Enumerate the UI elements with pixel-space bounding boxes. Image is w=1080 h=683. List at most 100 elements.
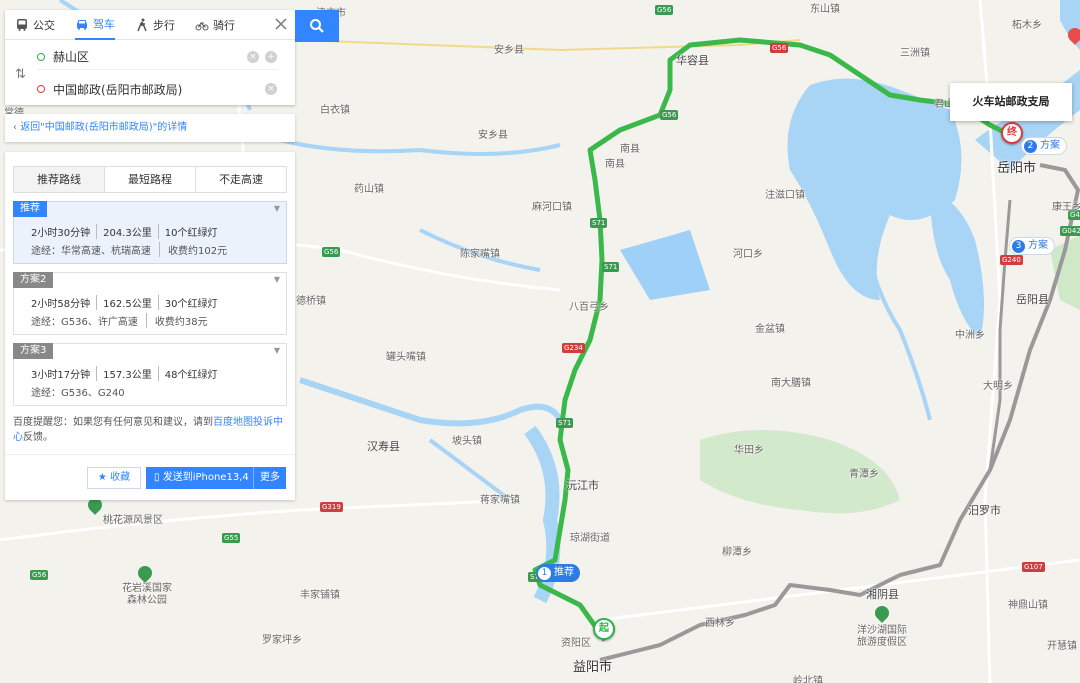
route-shield: S71: [602, 262, 620, 272]
place-label: 罐头嘴镇: [386, 352, 426, 363]
favorite-label: 收藏: [110, 472, 131, 483]
route-shield: G56: [770, 43, 789, 53]
clear-destination-icon[interactable]: ×: [265, 83, 277, 95]
route-tag-recommended[interactable]: 1 推荐: [536, 564, 580, 582]
route-plan-1[interactable]: 推荐 ▼ 2小时30分钟 204.3公里 10个红绿灯 途经：华常高速、杭瑞高速…: [13, 201, 287, 264]
route-shield: G55: [222, 533, 241, 543]
place-label: 开慧镇: [1047, 641, 1077, 652]
origin-input[interactable]: 赫山区: [53, 48, 241, 65]
place-label: 安乡县: [478, 130, 508, 141]
place-label: 河口乡: [733, 249, 763, 260]
place-label: 康王乡: [1052, 202, 1080, 213]
divider: [5, 454, 295, 455]
place-label: 金盆镇: [755, 324, 785, 335]
place-label: 中洲乡: [955, 330, 985, 341]
mode-tab-bus[interactable]: 公交: [15, 10, 55, 40]
route-shield: G107: [1022, 562, 1045, 572]
plan-badge: 方案3: [13, 343, 54, 359]
plan-badge: 方案2: [13, 272, 54, 288]
send-to-phone-button[interactable]: ▯ 发送到iPhone13,4 更多: [146, 467, 286, 489]
place-label: 蒋家嘴镇: [480, 495, 520, 506]
route-plan-3[interactable]: 方案3 ▼ 3小时17分钟 157.3公里 48个红绿灯 途经：G536、G24…: [13, 343, 287, 406]
close-icon[interactable]: [273, 16, 289, 32]
tab-recommended[interactable]: 推荐路线: [14, 167, 105, 192]
route-plan-2[interactable]: 方案2 ▼ 2小时58分钟 162.5公里 30个红绿灯 途经：G536、许广高…: [13, 272, 287, 335]
route-search-box: 公交 驾车 步行 骑行 ⇅ 赫山区 × + 中国邮政(岳阳市邮政局) ×: [5, 10, 295, 105]
back-to-detail-link[interactable]: ‹ 返回"中国邮政(岳阳市邮政局)"的详情: [5, 114, 295, 142]
mode-tab-walk[interactable]: 步行: [135, 10, 175, 40]
route-shield: G240: [1000, 255, 1023, 265]
route-shield: S71: [556, 418, 574, 428]
car-icon: [77, 19, 87, 30]
place-label: 沅江市: [566, 479, 599, 492]
favorite-button[interactable]: ★ 收藏: [87, 467, 141, 489]
swap-icon[interactable]: ⇅: [15, 67, 26, 82]
place-label: 丰家铺镇: [300, 590, 340, 601]
plan-time: 2小时58分钟: [31, 299, 91, 310]
destination-callout[interactable]: 火车站邮政支局: [950, 83, 1072, 121]
route-tag-label: 方案: [1028, 240, 1048, 251]
route-tag-plan3[interactable]: 3 方案: [1009, 237, 1055, 255]
place-label: 八百弓乡: [569, 302, 609, 313]
mode-tab-car[interactable]: 驾车: [75, 10, 115, 40]
plan-via-roads: 途经：G536、许广高速: [31, 317, 138, 328]
plan-badge: 推荐: [13, 201, 47, 217]
search-button[interactable]: [295, 10, 339, 42]
walk-icon: [137, 18, 147, 31]
plan-via-roads: 途经：G536、G240: [31, 388, 125, 399]
route-shield: G56: [660, 110, 679, 120]
route-shield: G319: [320, 502, 343, 512]
place-label: 坡头镇: [452, 436, 482, 447]
place-label: 注滋口镇: [765, 190, 805, 201]
destination-dot-icon: [37, 85, 45, 93]
route-number: 3: [1012, 239, 1025, 253]
place-label: 琼湖街道: [570, 533, 610, 544]
plan-stats: 2小时30分钟 204.3公里 10个红绿灯: [31, 224, 223, 239]
route-shield: G56: [322, 247, 341, 257]
plan-lights: 30个红绿灯: [157, 295, 224, 310]
back-link-label: 返回"中国邮政(岳阳市邮政局)"的详情: [20, 122, 188, 133]
place-label: 白衣镇: [320, 105, 350, 116]
clear-origin-icon[interactable]: ×: [247, 50, 259, 63]
place-label: 药山镇: [354, 184, 384, 195]
destination-field[interactable]: 中国邮政(岳阳市邮政局) ×: [37, 76, 277, 102]
mode-label: 驾车: [93, 17, 115, 31]
phone-icon: ▯: [154, 472, 160, 483]
place-label: 汨罗市: [968, 504, 1001, 517]
origin-field[interactable]: 赫山区 × +: [37, 44, 277, 70]
place-label: 岳阳县: [1016, 293, 1049, 306]
more-button[interactable]: 更多: [253, 467, 286, 489]
route-shield: G56: [655, 5, 674, 15]
place-label: 德桥镇: [296, 296, 326, 307]
place-label: 南县: [605, 159, 625, 170]
feedback-notice: 百度提醒您：如果您有任何意见和建议，请到百度地图投诉中心反馈。: [13, 415, 287, 445]
place-label: 柘木乡: [1012, 20, 1042, 31]
place-label: 大明乡: [983, 381, 1013, 392]
end-pin-icon[interactable]: 终: [1001, 122, 1023, 144]
route-shield: G042: [1060, 226, 1080, 236]
place-label: 洋沙湖国际旅游度假区: [857, 625, 907, 648]
place-label: 青潭乡: [849, 469, 879, 480]
tab-no-highway[interactable]: 不走高速: [196, 167, 286, 192]
tab-shortest[interactable]: 最短路程: [105, 167, 196, 192]
place-label: 罗家坪乡: [262, 635, 302, 646]
place-label: 岭北镇: [793, 676, 823, 683]
place-label: 三洲镇: [900, 48, 930, 59]
plan-lights: 10个红绿灯: [157, 224, 224, 239]
place-label: 资阳区: [561, 638, 591, 649]
route-shield: S71: [590, 218, 608, 228]
start-pin-icon[interactable]: 起: [593, 618, 615, 640]
plan-stats: 2小时58分钟 162.5公里 30个红绿灯: [31, 295, 223, 310]
place-label: 西林乡: [705, 618, 735, 629]
destination-input[interactable]: 中国邮政(岳阳市邮政局): [53, 81, 259, 98]
route-result-panel: 推荐路线 最短路程 不走高速 推荐 ▼ 2小时30分钟 204.3公里 10个红…: [5, 152, 295, 500]
plan-via-roads: 途经：华常高速、杭瑞高速: [31, 246, 151, 257]
place-label: 益阳市: [573, 660, 613, 675]
mode-tab-bike[interactable]: 骑行: [195, 10, 235, 40]
place-label: 汉寿县: [367, 440, 400, 453]
add-waypoint-icon[interactable]: +: [265, 50, 277, 63]
route-tag-plan2[interactable]: 2 方案: [1021, 137, 1067, 155]
route-number: 2: [1024, 139, 1037, 153]
mode-label: 公交: [33, 18, 55, 32]
plan-distance: 162.5公里: [96, 295, 158, 310]
